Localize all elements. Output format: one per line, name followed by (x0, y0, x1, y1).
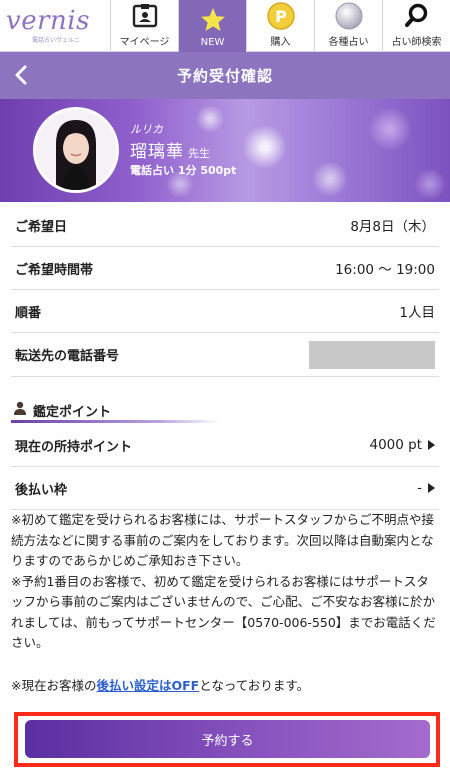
row-value: - (417, 480, 435, 496)
nav-item-label: マイページ (119, 37, 170, 48)
back-button[interactable] (10, 63, 34, 87)
row-forward-phone: 転送先の電話番号 (11, 333, 439, 377)
nav-item-label: 購入 (270, 37, 291, 48)
points-section-header: 鑑定ポイント (11, 394, 439, 424)
logo-brand: vernis (6, 6, 90, 36)
page-title: 予約受付確認 (176, 67, 273, 85)
section-underline (11, 420, 221, 423)
row-order: 順番 1人目 (11, 290, 439, 333)
row-value: 8月8日（木） (350, 219, 435, 235)
fortune-teller-kana: ルリカ (130, 123, 163, 136)
nav-item-label: 占い師検索 (391, 37, 442, 48)
fortune-teller-name: 瑠璃華 先生 (130, 137, 210, 162)
row-label: 順番 (15, 305, 42, 321)
reserve-button-highlight: 予約する (14, 712, 440, 767)
row-label: ご希望時間帯 (15, 262, 94, 278)
chevron-left-icon (15, 65, 27, 85)
logo[interactable]: vernis 電話占いヴェルニ (0, 0, 110, 52)
page-header: 予約受付確認 (0, 52, 450, 99)
nav-item-fortunes[interactable]: 各種占い (314, 0, 382, 52)
row-label: 転送先の電話番号 (15, 349, 120, 364)
svg-text:P: P (275, 7, 287, 26)
nav-item-label: NEW (200, 37, 225, 48)
fortune-teller-honorific: 先生 (188, 147, 210, 160)
row-label: 後払い枠 (15, 482, 68, 498)
person-icon (14, 401, 26, 415)
note-first-time: ※初めて鑑定を受けられるお客様には、サポートスタッフからご不明点や接続方法などに… (11, 512, 434, 568)
nav-item-mypage[interactable]: マイページ (110, 0, 178, 52)
search-icon (404, 2, 430, 30)
nav-item-label: 各種占い (328, 37, 369, 48)
phone-number-redacted (309, 340, 435, 369)
deferred-payment-value: - (417, 480, 422, 496)
top-navigation: vernis 電話占いヴェルニ マイページ NEW P 購入 各種占い 占い師検… (0, 0, 450, 52)
id-card-icon (132, 2, 158, 30)
row-deferred-payment[interactable]: 後払い枠 - (11, 467, 439, 510)
row-value: 1人目 (399, 305, 435, 321)
nav-item-new[interactable]: NEW (178, 0, 246, 52)
row-desired-date: ご希望日 8月8日（木） (11, 204, 439, 247)
arrow-right-icon (428, 440, 435, 450)
note-deferred-setting: ※現在お客様の後払い設定はOFFとなっております。 (11, 676, 441, 697)
fortune-teller-rate: 電話占い 1分 500pt (130, 164, 237, 177)
row-current-points[interactable]: 現在の所持ポイント 4000 pt (11, 424, 439, 467)
row-value: 4000 pt (369, 437, 435, 453)
current-points-value: 4000 pt (369, 437, 422, 453)
crystal-ball-icon (335, 2, 363, 30)
avatar (33, 107, 119, 193)
logo-tagline: 電話占いヴェルニ (32, 37, 81, 44)
arrow-right-icon (428, 483, 435, 493)
deferred-setting-link[interactable]: 後払い設定はOFF (96, 678, 199, 693)
note-prefix: ※現在お客様の (11, 677, 97, 693)
notes: ※初めて鑑定を受けられるお客様には、サポートスタッフからご不明点や接続方法などに… (11, 510, 441, 696)
fortune-teller-name-text: 瑠璃華 (130, 142, 184, 162)
row-label: 現在の所持ポイント (15, 439, 133, 455)
reserve-button[interactable]: 予約する (25, 720, 430, 758)
note-first-slot: ※予約1番目のお客様で、初めて鑑定を受けられるお客様にはサポートスタッフから事前… (11, 573, 436, 651)
star-icon (200, 6, 226, 34)
fortune-teller-banner: ルリカ 瑠璃華 先生 電話占い 1分 500pt (0, 99, 450, 202)
row-label: ご希望日 (15, 219, 68, 235)
row-desired-time: ご希望時間帯 16:00 〜 19:00 (11, 247, 439, 290)
nav-item-purchase[interactable]: P 購入 (246, 0, 314, 52)
point-coin-icon: P (266, 2, 295, 30)
section-title: 鑑定ポイント (33, 405, 112, 420)
nav-item-search[interactable]: 占い師検索 (382, 0, 450, 52)
note-suffix: となっております。 (199, 677, 310, 693)
row-value: 16:00 〜 19:00 (335, 262, 435, 278)
